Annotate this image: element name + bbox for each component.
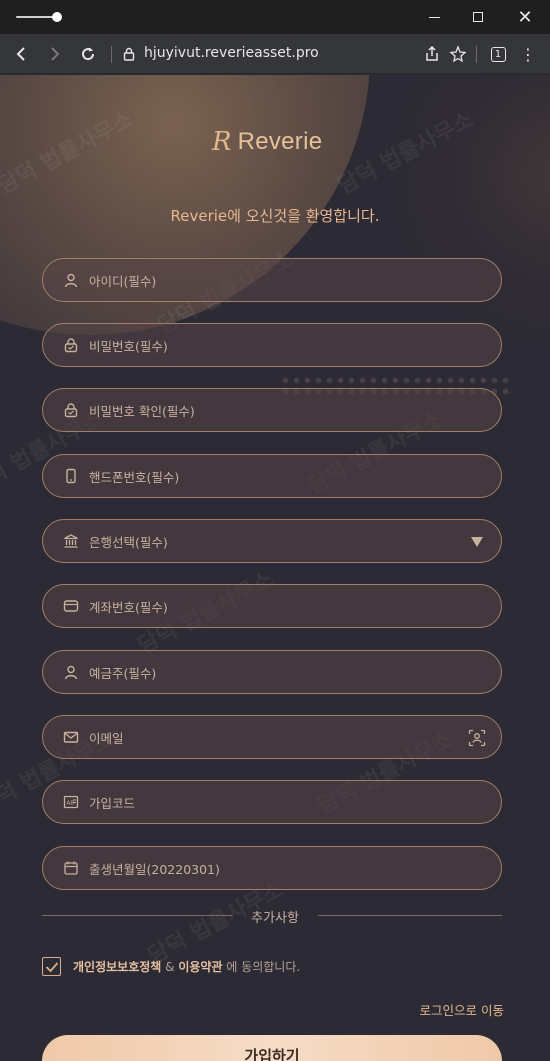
password-confirm-input[interactable]: 비밀번호 확인(필수) xyxy=(42,388,502,432)
agreement-text: 개인정보보호정책 & 이용약관 에 동의합니다. xyxy=(73,958,300,975)
share-icon[interactable] xyxy=(420,42,444,66)
field-placeholder: 가입코드 xyxy=(89,795,136,811)
user-icon xyxy=(61,270,81,290)
account-holder-input[interactable]: 예금주(필수) xyxy=(42,650,502,694)
field-placeholder: 이메일 xyxy=(89,730,124,746)
field-placeholder: 핸드폰번호(필수) xyxy=(89,469,180,485)
agree-checkbox[interactable] xyxy=(42,957,61,976)
field-placeholder: 비밀번호 확인(필수) xyxy=(89,403,195,419)
field-placeholder: 출생년월일(20220301) xyxy=(89,861,220,877)
reload-icon[interactable] xyxy=(76,42,100,66)
page-content: 담덕 법률사무소 담덕 법률사무소 담덕 법률사무소 담덕 법률사무소 담덕 법… xyxy=(0,75,550,1061)
welcome-text: Reverie에 오신것을 환영합니다. xyxy=(170,207,380,225)
svg-text:AB: AB xyxy=(67,801,75,807)
dropdown-arrow-icon[interactable] xyxy=(467,532,487,552)
phone-input[interactable]: 핸드폰번호(필수) xyxy=(42,454,502,498)
window-title-bar: ✕ xyxy=(0,0,550,34)
bookmark-star-icon[interactable] xyxy=(446,42,470,66)
birthdate-input[interactable]: 출생년월일(20220301) xyxy=(42,846,502,890)
field-placeholder: 아이디(필수) xyxy=(89,273,157,289)
phone-icon xyxy=(61,466,81,486)
mail-icon xyxy=(61,727,81,747)
ampersand: & xyxy=(161,960,179,974)
lock-icon xyxy=(61,335,81,355)
address-bar: hjuyivut.reverieasset.pro 1 ⋮ xyxy=(0,34,550,74)
maximize-button[interactable] xyxy=(458,4,498,30)
field-placeholder: 비밀번호(필수) xyxy=(89,338,168,354)
url-text[interactable]: hjuyivut.reverieasset.pro xyxy=(144,45,319,61)
menu-icon[interactable]: ⋮ xyxy=(516,42,540,66)
field-placeholder: 은행선택(필수) xyxy=(89,534,168,550)
account-number-input[interactable]: 계좌번호(필수) xyxy=(42,584,502,628)
tab-slider-knob[interactable] xyxy=(52,12,62,22)
signup-code-input[interactable]: AB 가입코드 xyxy=(42,780,502,824)
bank-select[interactable]: 은행선택(필수) xyxy=(42,519,502,563)
field-placeholder: 예금주(필수) xyxy=(89,665,157,681)
code-icon: AB xyxy=(61,792,81,812)
card-icon xyxy=(61,596,81,616)
signup-button-label: 가입하기 xyxy=(244,1047,300,1061)
logo: R Reverie xyxy=(212,127,322,157)
login-link[interactable]: 로그인으로 이동 xyxy=(420,1000,504,1019)
back-icon[interactable] xyxy=(10,42,34,66)
forward-icon[interactable] xyxy=(42,42,66,66)
calendar-icon xyxy=(61,858,81,878)
terms-link[interactable]: 이용약관 xyxy=(178,960,222,974)
password-input[interactable]: 비밀번호(필수) xyxy=(42,323,502,367)
privacy-policy-link[interactable]: 개인정보보호정책 xyxy=(73,960,161,974)
email-input[interactable]: 이메일 xyxy=(42,715,502,759)
signup-button[interactable]: 가입하기 xyxy=(42,1035,502,1061)
check-icon xyxy=(45,961,58,972)
minimize-button[interactable] xyxy=(414,4,454,30)
field-placeholder: 계좌번호(필수) xyxy=(89,599,168,615)
logo-name: Reverie xyxy=(237,128,323,155)
close-button[interactable]: ✕ xyxy=(505,4,545,30)
id-input[interactable]: 아이디(필수) xyxy=(42,258,502,302)
tab-count: 1 xyxy=(490,46,506,62)
separator xyxy=(476,46,477,63)
extra-section-label: 추가사항 xyxy=(251,911,299,926)
agree-suffix: 에 동의합니다. xyxy=(222,960,301,974)
agreement-row: 개인정보보호정책 & 이용약관 에 동의합니다. xyxy=(42,957,300,976)
tab-count-icon[interactable]: 1 xyxy=(486,42,510,66)
bank-icon xyxy=(61,531,81,551)
autofill-contact-icon[interactable] xyxy=(467,728,487,748)
user-icon xyxy=(61,662,81,682)
separator xyxy=(111,46,112,63)
logo-mark: R xyxy=(212,127,232,157)
lock-icon xyxy=(61,400,81,420)
site-info-icon[interactable] xyxy=(117,42,141,66)
